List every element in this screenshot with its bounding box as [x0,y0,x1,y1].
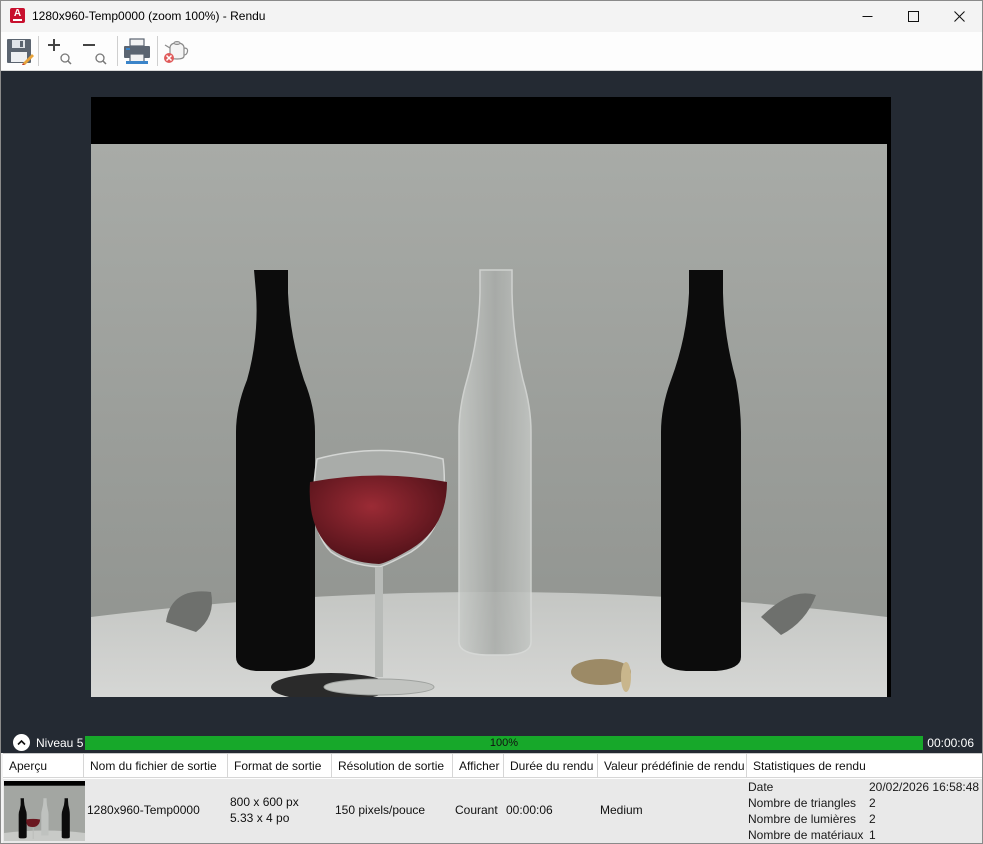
stat-label-date: Date [748,780,774,794]
maximize-icon [907,11,919,22]
title-bar: A 1280x960-Temp0000 (zoom 100%) - Rendu [1,1,982,32]
render-scene-illustration [91,97,891,697]
column-header-duration[interactable]: Durée du rendu [504,754,598,778]
zoom-in-icon [48,39,72,65]
maximize-button[interactable] [890,1,936,32]
save-button[interactable] [5,36,35,66]
column-header-resolution[interactable]: Résolution de sortie [332,754,453,778]
output-resolution: 150 pixels/pouce [335,803,426,817]
print-button[interactable] [122,36,152,66]
collapse-history-button[interactable] [13,734,30,751]
close-icon [953,11,965,22]
progress-row: Niveau 5 100% 00:00:06 [1,732,982,753]
column-header-format[interactable]: Format de sortie [228,754,332,778]
save-icon [7,39,34,65]
stat-label-lights: Nombre de lumières [748,812,857,826]
column-header-statistics[interactable]: Statistiques de rendu [747,754,982,778]
autocad-app-icon: A [10,8,25,23]
render-duration: 00:00:06 [506,803,553,817]
stat-value-date: 20/02/2026 16:58:48 [869,780,980,794]
render-viewport [1,71,982,732]
zoom-out-icon [83,44,107,65]
table-row[interactable]: 1280x960-Temp0000 800 x 600 px 5.33 x 4 … [3,779,982,843]
stat-value-materials: 1 [869,828,876,842]
rendered-image [91,97,891,697]
output-format-px: 800 x 600 px [230,795,299,809]
chevron-up-icon [17,739,26,746]
progress-percent: 100% [489,737,519,749]
render-progress-bar: 100% [85,736,923,750]
preview-thumbnail [4,781,85,841]
column-header-preset[interactable]: Valeur prédéfinie de rendu [598,754,747,778]
stat-label-materials: Nombre de matériaux [748,828,864,842]
render-window: A 1280x960-Temp0000 (zoom 100%) - Rendu [0,0,983,844]
close-button[interactable] [936,1,982,32]
column-header-filename[interactable]: Nom du fichier de sortie [84,754,228,778]
zoom-out-button[interactable] [79,36,109,66]
column-header-preview[interactable]: Aperçu [3,754,84,778]
stat-value-triangles: 2 [869,796,876,810]
column-header-display[interactable]: Afficher [453,754,504,778]
stat-value-lights: 2 [869,812,876,826]
toolbar [1,32,982,71]
minimize-icon [862,16,872,17]
app-icon-letter: A [13,8,22,19]
display-value: Courant [455,803,498,817]
output-filename: 1280x960-Temp0000 [87,803,200,817]
zoom-in-button[interactable] [44,36,74,66]
output-format-in: 5.33 x 4 po [230,811,290,825]
cancel-render-button[interactable] [161,36,191,66]
elapsed-time: 00:00:06 [927,736,974,750]
cancel-render-icon [164,41,189,63]
stat-label-triangles: Nombre de triangles [748,796,857,810]
render-preset: Medium [600,803,643,817]
render-level-label: Niveau 5 [36,736,84,750]
table-header: Aperçu Nom du fichier de sortie Format d… [3,754,982,778]
print-icon [124,38,150,64]
minimize-button[interactable] [844,1,890,32]
render-history-table: Aperçu Nom du fichier de sortie Format d… [3,753,982,843]
window-title: 1280x960-Temp0000 (zoom 100%) - Rendu [32,9,266,23]
